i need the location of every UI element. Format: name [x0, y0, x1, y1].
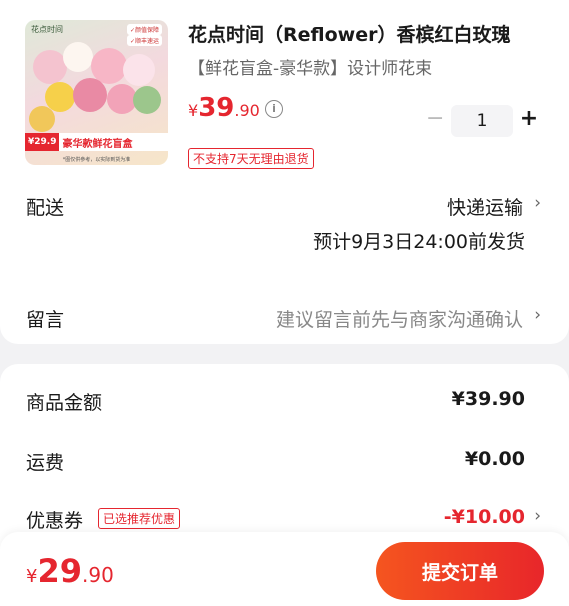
banner-text: 豪华款鲜花盲盒	[62, 138, 133, 150]
banner-price: ¥29.9	[25, 133, 60, 151]
flower-decor	[123, 54, 155, 86]
quantity-decrease-button[interactable]: −	[426, 108, 444, 130]
shipping-label: 运费	[26, 452, 65, 474]
coupon-label: 优惠券	[26, 510, 84, 532]
flower-decor	[63, 42, 93, 72]
flower-decor	[133, 86, 161, 114]
brand-logo: 花点时间	[31, 25, 63, 34]
product-title[interactable]: 花点时间（Reflower）香槟红白玫瑰	[188, 20, 538, 47]
submit-order-button[interactable]: 提交订单	[376, 542, 544, 600]
info-icon[interactable]: i	[265, 100, 283, 118]
flower-decor	[33, 50, 67, 84]
image-tag: ✓顺丰速运	[126, 35, 162, 46]
product-spec: 【鲜花盲盒-豪华款】设计师花束	[188, 59, 433, 79]
chevron-right-icon[interactable]: ›	[534, 506, 541, 526]
product-card: 花点时间 ✓颜值保障 ✓顺丰速运 ¥29.9 豪华款鲜花盲盒 *图仅供参考，以实…	[0, 0, 569, 344]
delivery-method[interactable]: 快递运输	[447, 193, 523, 220]
price-decimal: .90	[234, 101, 260, 120]
image-footnote: *图仅供参考，以实际到货为准	[62, 157, 131, 163]
message-input[interactable]: 建议留言前先与商家沟通确认	[276, 305, 523, 332]
image-tag: ✓颜值保障	[126, 24, 162, 35]
total-price: ¥ 29 .90	[26, 552, 114, 590]
amount-label: 商品金额	[26, 392, 103, 414]
no-return-badge: 不支持7天无理由退货	[188, 148, 314, 169]
message-label: 留言	[26, 309, 65, 331]
chevron-right-icon[interactable]: ›	[534, 193, 541, 213]
product-image[interactable]: 花点时间 ✓颜值保障 ✓顺丰速运 ¥29.9 豪华款鲜花盲盒 *图仅供参考，以实…	[25, 20, 168, 165]
delivery-label: 配送	[26, 197, 65, 219]
price-currency: ¥	[188, 101, 199, 120]
shipping-value: ¥0.00	[464, 448, 525, 470]
image-banner: ¥29.9 豪华款鲜花盲盒	[25, 133, 168, 151]
checkout-bar: ¥ 29 .90 提交订单	[0, 532, 569, 606]
delivery-eta: 预计9月3日24:00前发货	[313, 231, 525, 253]
total-decimal: .90	[81, 563, 114, 587]
total-currency: ¥	[26, 566, 38, 587]
amount-value: ¥39.90	[451, 388, 525, 410]
quantity-increase-button[interactable]: +	[519, 108, 539, 130]
chevron-right-icon[interactable]: ›	[534, 305, 541, 325]
flower-decor	[73, 78, 107, 112]
price-integer: 39	[198, 93, 235, 123]
coupon-value[interactable]: -¥10.00	[444, 506, 525, 528]
total-integer: 29	[37, 552, 82, 590]
flower-decor	[29, 106, 55, 132]
coupon-badge: 已选推荐优惠	[98, 508, 181, 529]
product-price: ¥ 39 .90	[188, 93, 260, 123]
quantity-input[interactable]: 1	[451, 105, 513, 137]
